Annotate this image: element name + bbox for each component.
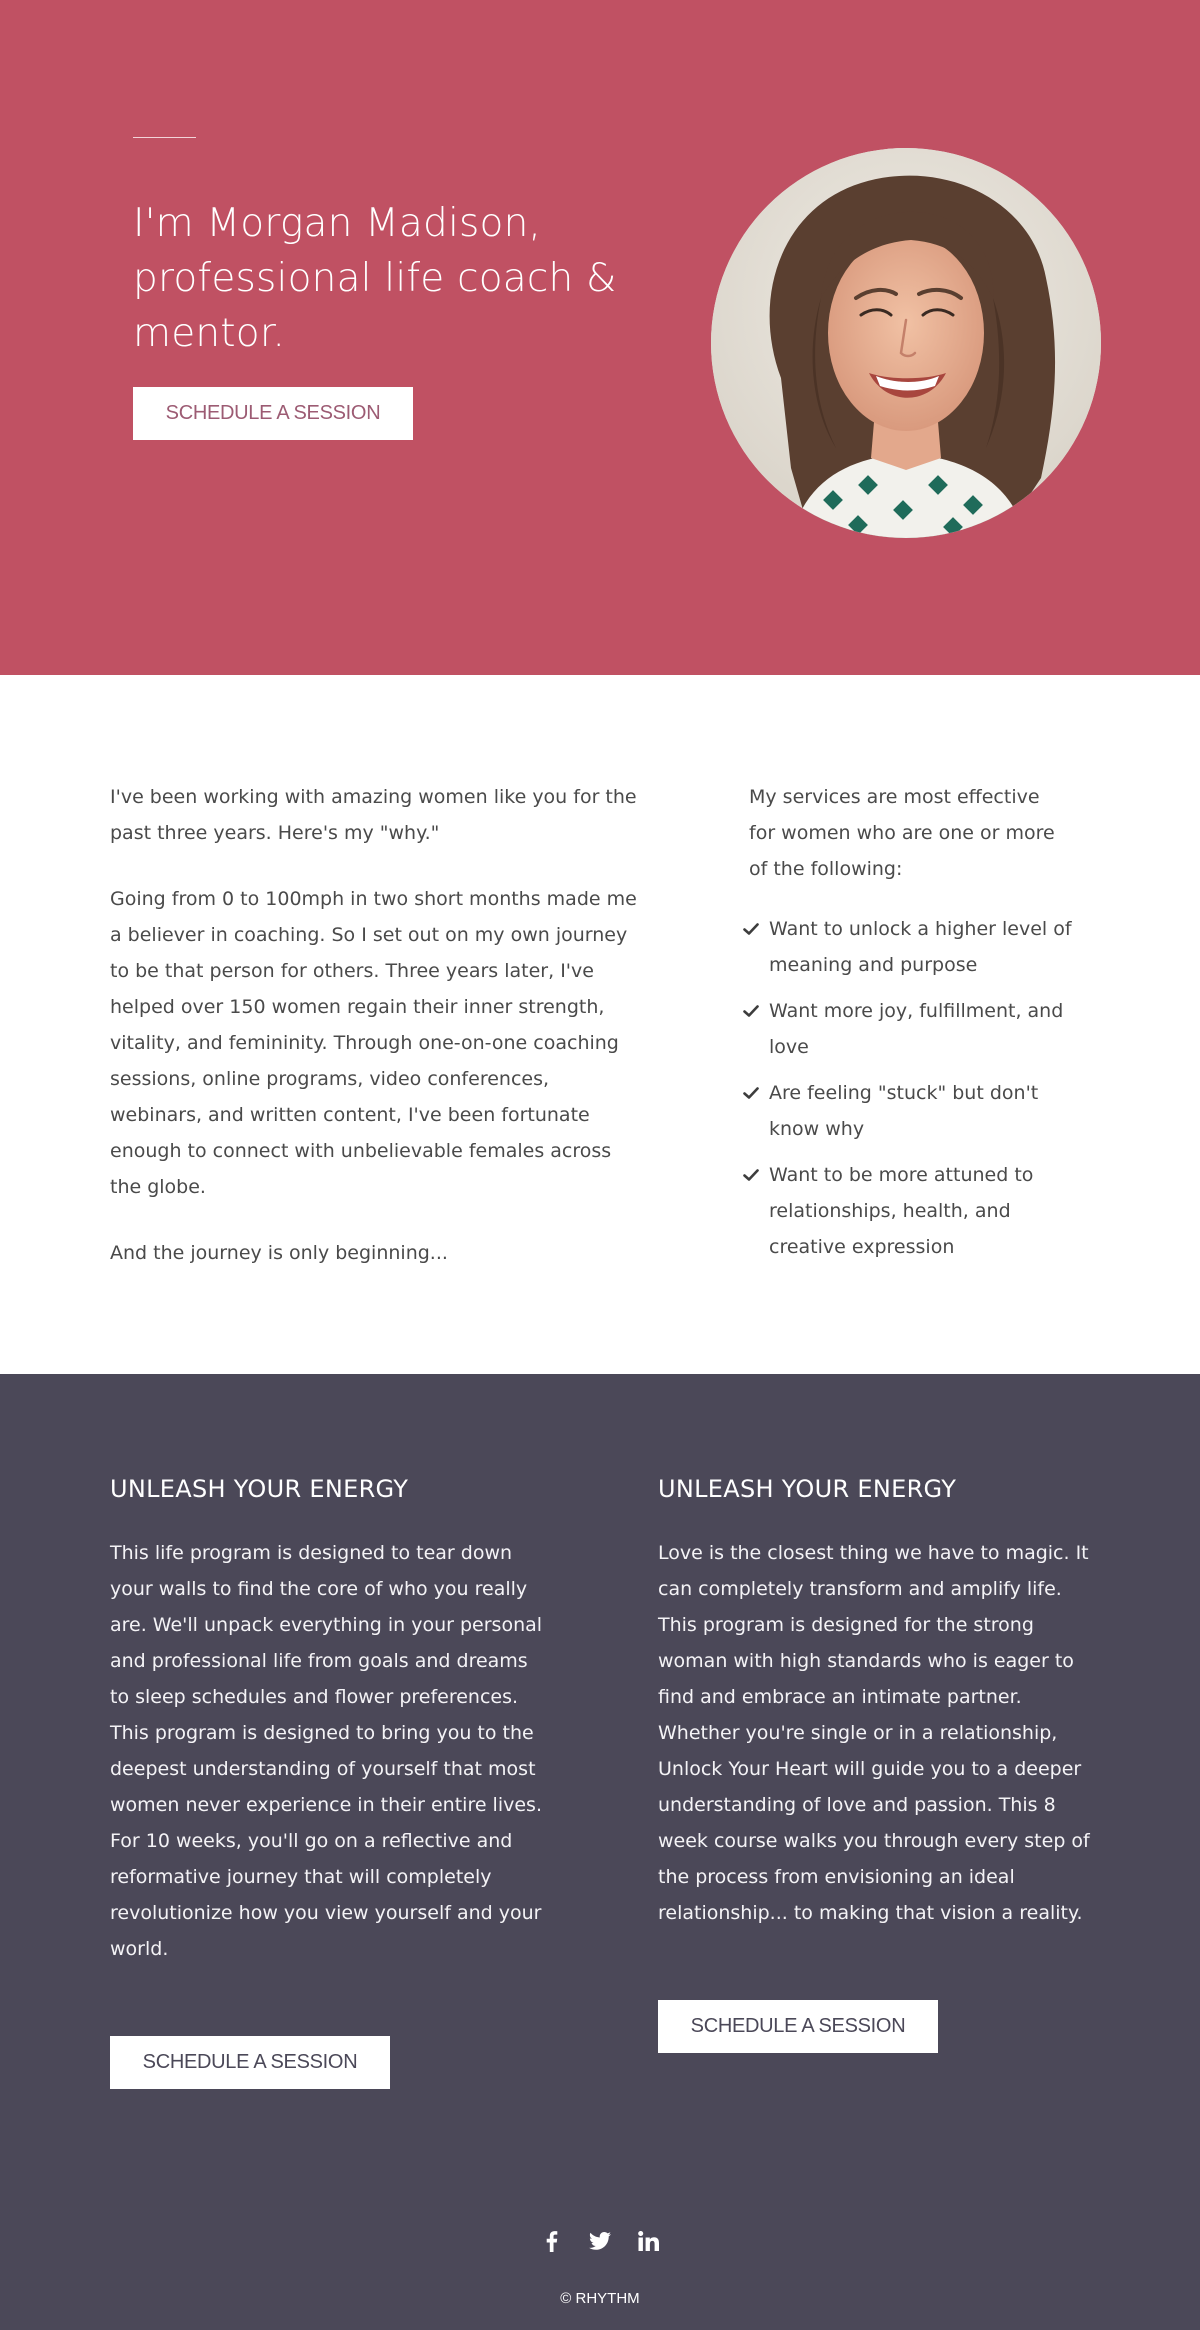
service-text: Are feeling "stuck" but don't know why <box>769 1082 1039 1140</box>
service-text: Want to be more attuned to relationships… <box>769 1164 1034 1258</box>
program-description: This life program is designed to tear do… <box>110 1542 543 1960</box>
about-paragraph: I've been working with amazing women lik… <box>110 786 637 844</box>
hero-schedule-session-button[interactable]: SCHEDULE A SESSION <box>133 387 413 440</box>
portrait-image <box>711 148 1101 538</box>
check-icon <box>743 1169 759 1181</box>
program-title: UNLEASH YOUR ENERGY <box>110 1475 409 1503</box>
program-schedule-session-button[interactable]: SCHEDULE A SESSION <box>110 2036 390 2089</box>
program-title: UNLEASH YOUR ENERGY <box>658 1475 957 1503</box>
hero-section: I'm Morgan Madison, professional life co… <box>0 0 1200 675</box>
check-icon <box>743 1005 759 1017</box>
facebook-link[interactable] <box>540 2228 564 2254</box>
services-list-item: Want to unlock a higher level of meaning… <box>743 911 1079 983</box>
services-list: Want to unlock a higher level of meaning… <box>743 911 1079 1265</box>
program-card: UNLEASH YOUR ENERGY This life program is… <box>110 1474 550 1967</box>
about-paragraph: And the journey is only beginning... <box>110 1242 448 1264</box>
program-card: UNLEASH YOUR ENERGY Love is the closest … <box>658 1474 1098 1931</box>
about-story: I've been working with amazing women lik… <box>110 779 640 1301</box>
linkedin-icon <box>638 2231 659 2251</box>
hero-divider <box>133 137 196 138</box>
hero-headline: I'm Morgan Madison, professional life co… <box>133 201 617 356</box>
linkedin-link[interactable] <box>636 2228 660 2254</box>
check-icon <box>743 1087 759 1099</box>
services-intro: My services are most effective for women… <box>749 786 1055 880</box>
footer: © RHYTHM <box>0 2174 1200 2330</box>
program-description: Love is the closest thing we have to mag… <box>658 1542 1090 1924</box>
program-schedule-session-button[interactable]: SCHEDULE A SESSION <box>658 2000 938 2053</box>
service-text: Want to unlock a higher level of meaning… <box>769 918 1072 976</box>
services-list-item: Want to be more attuned to relationships… <box>743 1157 1079 1265</box>
twitter-icon <box>589 2232 611 2250</box>
copyright-text: © RHYTHM <box>560 2290 640 2307</box>
about-section: I've been working with amazing women lik… <box>0 675 1200 1374</box>
services-list-item: Are feeling "stuck" but don't know why <box>743 1075 1079 1147</box>
twitter-link[interactable] <box>588 2228 612 2254</box>
services-panel: My services are most effective for women… <box>743 779 1079 1275</box>
check-icon <box>743 923 759 935</box>
facebook-icon <box>546 2231 558 2252</box>
about-paragraph: Going from 0 to 100mph in two short mont… <box>110 888 637 1198</box>
portrait-illustration <box>711 148 1101 538</box>
service-text: Want more joy, fulfillment, and love <box>769 1000 1064 1058</box>
services-list-item: Want more joy, fulfillment, and love <box>743 993 1079 1065</box>
programs-section: UNLEASH YOUR ENERGY This life program is… <box>0 1374 1200 2174</box>
social-links <box>0 2228 1200 2254</box>
